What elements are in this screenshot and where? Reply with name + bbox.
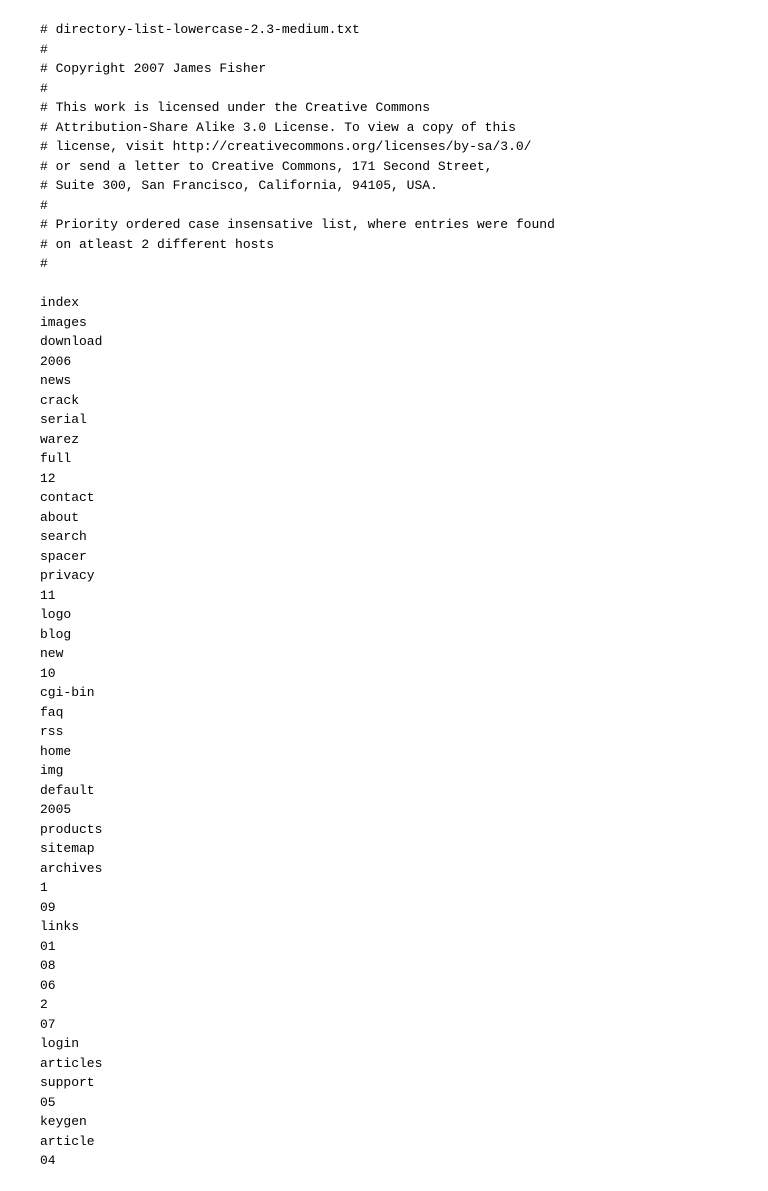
text-content: # directory-list-lowercase-2.3-medium.tx… [40,20,728,1171]
